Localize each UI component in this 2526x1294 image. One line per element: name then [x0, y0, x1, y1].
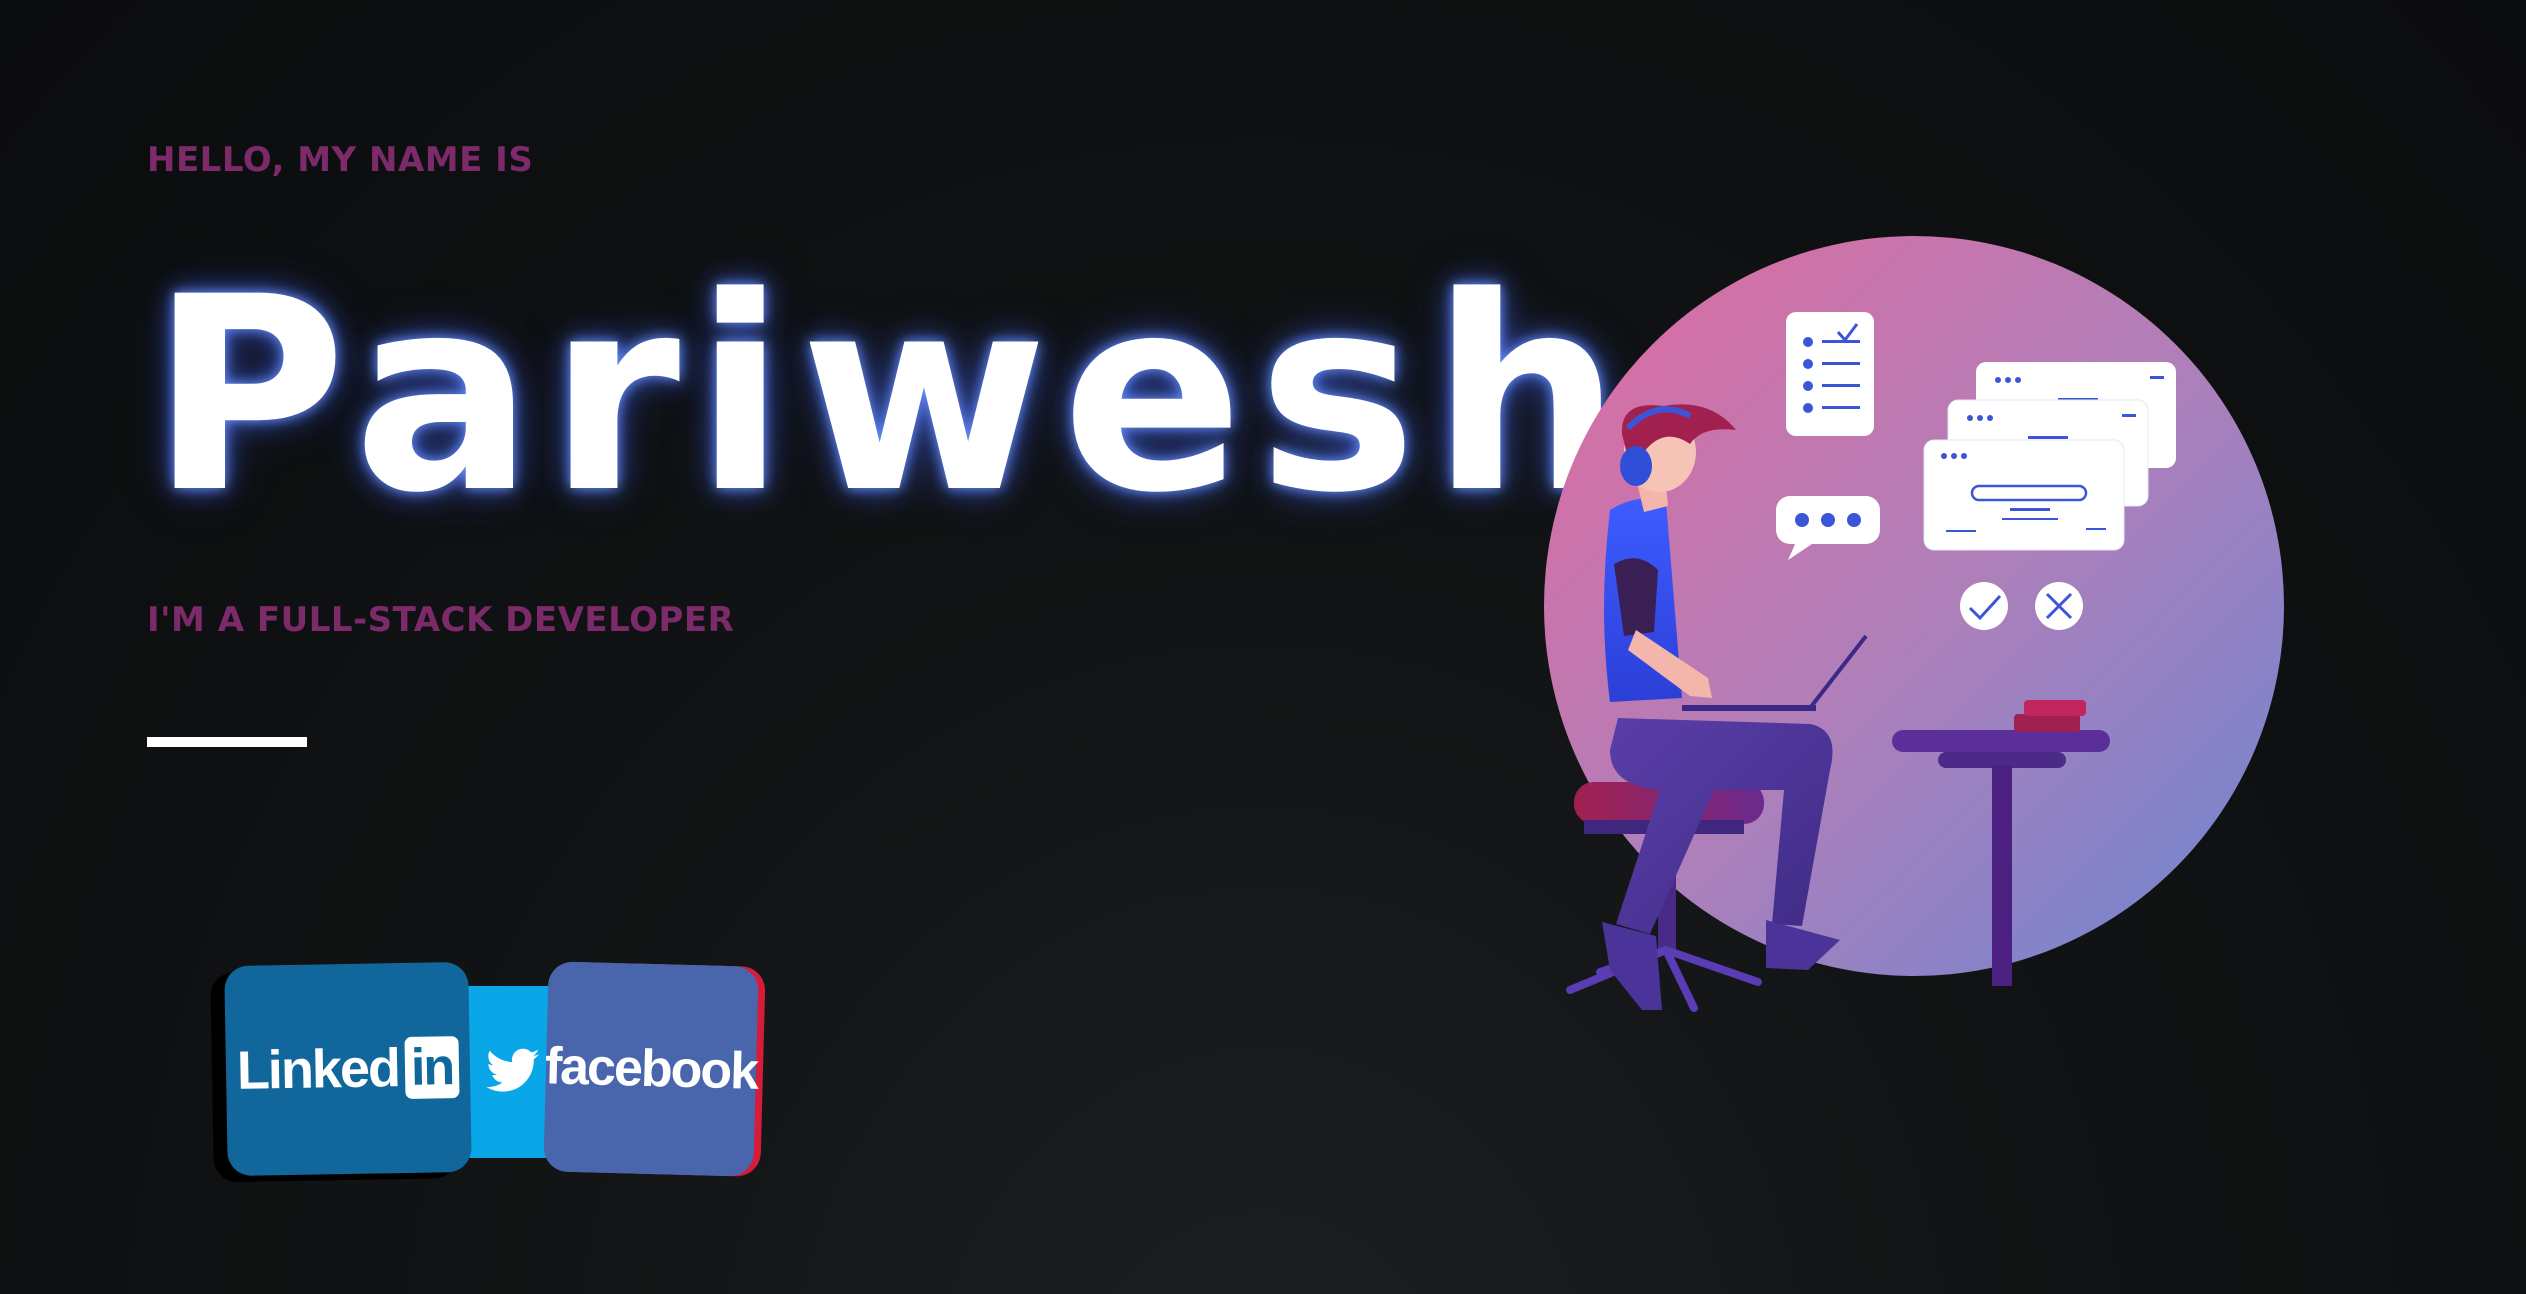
- linkedin-logo: Linked in: [236, 1036, 460, 1102]
- divider-line: [147, 737, 307, 747]
- linkedin-wordmark: Linked: [236, 1038, 400, 1101]
- hero-section: HELLO, MY NAME IS Pariwesh I'M A FULL-ST…: [0, 0, 2526, 1294]
- close-icon: [2035, 582, 2083, 630]
- social-links: Linked in facebook: [208, 960, 768, 1180]
- facebook-button[interactable]: facebook: [543, 961, 759, 1177]
- facebook-wordmark: facebook: [544, 1037, 758, 1101]
- check-icon: [1960, 582, 2008, 630]
- role-text: I'M A FULL-STACK DEVELOPER: [147, 600, 735, 640]
- developer-illustration: [1544, 236, 2284, 1012]
- developer-name: Pariwesh: [150, 240, 1636, 552]
- linkedin-in-icon: in: [404, 1036, 460, 1100]
- twitter-bird-icon: [486, 1048, 540, 1092]
- checklist-card: [1786, 312, 1874, 436]
- linkedin-button[interactable]: Linked in: [224, 961, 472, 1177]
- greeting-text: HELLO, MY NAME IS: [147, 140, 534, 180]
